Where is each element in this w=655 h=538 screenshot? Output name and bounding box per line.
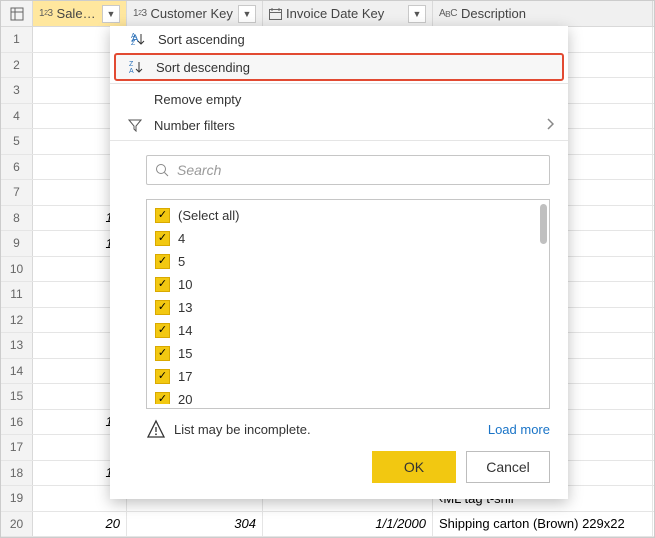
row-number: 3: [1, 78, 33, 103]
filter-value-item[interactable]: 5: [155, 250, 535, 273]
row-number: 11: [1, 282, 33, 307]
incomplete-text: List may be incomplete.: [174, 422, 311, 437]
search-icon: [155, 163, 169, 177]
filter-value-label: 4: [178, 231, 185, 246]
filter-dropdown-button[interactable]: ▼: [408, 5, 426, 23]
cell-invoice-date[interactable]: 1/1/2000: [263, 512, 433, 537]
chevron-right-icon: [546, 118, 554, 133]
row-number: 8: [1, 206, 33, 231]
filter-values-list: (Select all) 4 5 10 13 14 15 17 20: [146, 199, 550, 409]
row-header-corner: [1, 1, 33, 26]
row-number: 13: [1, 333, 33, 358]
checkbox-checked-icon[interactable]: [155, 277, 170, 292]
filter-search-box[interactable]: [146, 155, 550, 185]
svg-text:A: A: [131, 33, 136, 40]
filter-value-item[interactable]: 10: [155, 273, 535, 296]
filter-value-item[interactable]: 13: [155, 296, 535, 319]
row-number: 6: [1, 155, 33, 180]
column-header-customer-key[interactable]: 123 Customer Key ▼: [127, 1, 263, 26]
filter-value-item[interactable]: (Select all): [155, 204, 535, 227]
row-number: 5: [1, 129, 33, 154]
number-type-icon: 123: [133, 8, 147, 19]
row-number: 14: [1, 359, 33, 384]
svg-text:A: A: [129, 68, 134, 74]
row-number: 19: [1, 486, 33, 511]
checkbox-checked-icon[interactable]: [155, 323, 170, 338]
filter-value-label: 5: [178, 254, 185, 269]
filter-dropdown-button[interactable]: ▼: [238, 5, 256, 23]
remove-empty[interactable]: Remove empty: [110, 86, 568, 112]
row-number: 16: [1, 410, 33, 435]
menu-label: Sort descending: [156, 60, 250, 75]
row-number: 20: [1, 512, 33, 537]
number-type-icon: 123: [39, 8, 53, 19]
checkbox-checked-icon[interactable]: [155, 346, 170, 361]
filter-value-label: 15: [178, 346, 192, 361]
checkbox-checked-icon[interactable]: [155, 231, 170, 246]
search-input[interactable]: [177, 162, 541, 178]
filter-value-item[interactable]: 14: [155, 319, 535, 342]
filter-value-item[interactable]: 15: [155, 342, 535, 365]
row-number: 7: [1, 180, 33, 205]
sort-ascending[interactable]: A AZ Sort ascending: [110, 26, 568, 52]
cancel-button[interactable]: Cancel: [466, 451, 550, 483]
scrollbar-thumb[interactable]: [540, 204, 547, 244]
column-header-invoice-date-key[interactable]: Invoice Date Key ▼: [263, 1, 433, 26]
text-type-icon: ABC: [439, 8, 457, 19]
menu-label: Sort ascending: [158, 32, 245, 47]
checkbox-checked-icon[interactable]: [155, 392, 170, 404]
sort-desc-icon: ZA: [126, 60, 148, 74]
row-number: 10: [1, 257, 33, 282]
row-number: 15: [1, 384, 33, 409]
checkbox-checked-icon[interactable]: [155, 300, 170, 315]
filter-value-item[interactable]: 17: [155, 365, 535, 388]
row-number: 18: [1, 461, 33, 486]
cell-sale-key[interactable]: 20: [33, 512, 127, 537]
row-number: 17: [1, 435, 33, 460]
table-header: 123 Sale Key ▼ 123 Customer Key ▼ Invoic…: [1, 1, 654, 27]
incomplete-warning: List may be incomplete. Load more: [110, 409, 568, 439]
filter-value-item[interactable]: 4: [155, 227, 535, 250]
column-label: Customer Key: [151, 6, 234, 21]
menu-label: Number filters: [154, 118, 235, 133]
column-label: Description: [461, 6, 646, 21]
filter-value-label: 13: [178, 300, 192, 315]
column-header-description[interactable]: ABC Description: [433, 1, 653, 26]
checkbox-checked-icon[interactable]: [155, 208, 170, 223]
sort-descending[interactable]: ZA Sort descending: [114, 53, 564, 81]
load-more-link[interactable]: Load more: [488, 422, 550, 437]
row-number: 4: [1, 104, 33, 129]
checkbox-checked-icon[interactable]: [155, 254, 170, 269]
filter-value-label: 10: [178, 277, 192, 292]
table-row[interactable]: 20203041/1/2000Shipping carton (Brown) 2…: [1, 512, 654, 538]
date-type-icon: [269, 8, 282, 20]
cell-customer-key[interactable]: 304: [127, 512, 263, 537]
filter-value-item[interactable]: 20: [155, 388, 535, 404]
menu-label: Remove empty: [154, 92, 241, 107]
sort-asc-arrow-icon: AZ: [128, 32, 150, 46]
row-number: 12: [1, 308, 33, 333]
svg-text:Z: Z: [131, 40, 136, 46]
row-number: 1: [1, 27, 33, 52]
row-number: 9: [1, 231, 33, 256]
column-label: Sale Key: [57, 6, 98, 21]
filter-value-label: 17: [178, 369, 192, 384]
filter-value-label: 14: [178, 323, 192, 338]
ok-button[interactable]: OK: [372, 451, 456, 483]
column-header-sale-key[interactable]: 123 Sale Key ▼: [33, 1, 127, 26]
warning-icon: [146, 419, 166, 439]
number-filters[interactable]: Number filters: [110, 112, 568, 138]
filter-dropdown-button[interactable]: ▼: [102, 5, 120, 23]
funnel-icon: [124, 118, 146, 132]
checkbox-checked-icon[interactable]: [155, 369, 170, 384]
cell-description[interactable]: Shipping carton (Brown) 229x22: [433, 512, 653, 537]
filter-value-label: 20: [178, 392, 192, 404]
column-filter-menu: A AZ Sort ascending ZA Sort descending R…: [110, 26, 568, 499]
svg-text:Z: Z: [129, 61, 134, 68]
filter-value-label: (Select all): [178, 208, 239, 223]
row-number: 2: [1, 53, 33, 78]
table-icon: [10, 7, 24, 21]
column-label: Invoice Date Key: [286, 6, 404, 21]
